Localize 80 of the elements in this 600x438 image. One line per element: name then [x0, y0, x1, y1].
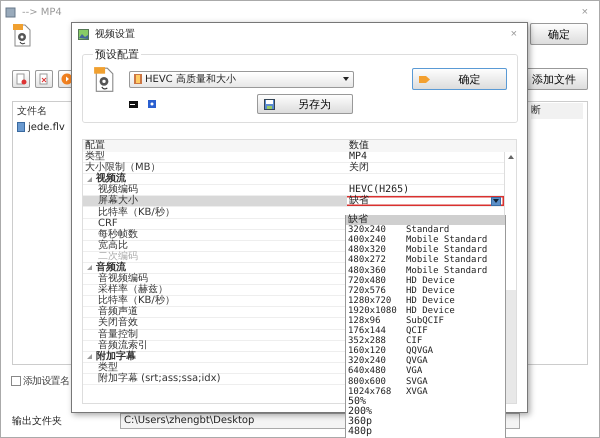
clear-button[interactable] — [35, 70, 53, 88]
arrow-icon — [419, 74, 431, 84]
property-name[interactable]: 采样率（赫兹） — [83, 285, 347, 296]
dropdown-option[interactable]: 480x360 Mobile Standard — [346, 265, 505, 276]
property-name[interactable]: 宽高比 — [83, 240, 347, 251]
file-name[interactable]: jede.flv — [28, 122, 65, 132]
dropdown-option[interactable]: 320x240 QVGA — [346, 356, 505, 366]
checkbox-label: 添加设置名 — [23, 374, 70, 388]
save-as-button[interactable]: 另存为 — [257, 94, 353, 114]
ok-button[interactable]: 确定 — [530, 23, 588, 45]
property-name[interactable]: 音频声道 — [83, 307, 347, 318]
app-icon — [5, 6, 16, 18]
image-icon — [78, 28, 89, 40]
dropdown-option[interactable]: 1024x768 XVGA — [346, 386, 505, 397]
dropdown-option[interactable]: 176x144 QCIF — [346, 326, 505, 336]
help-icon[interactable] — [148, 100, 156, 108]
property-value: MP4 — [348, 152, 368, 162]
property-name[interactable]: 每秒帧数 — [83, 230, 347, 240]
dropdown-option[interactable]: 50% — [346, 396, 505, 407]
expand-icon[interactable] — [87, 176, 92, 182]
caret-icon — [493, 199, 499, 204]
expand-icon[interactable] — [87, 265, 92, 270]
property-name[interactable]: 大小限制（MB） — [83, 163, 347, 174]
dropdown-option[interactable]: 720x480 HD Device — [346, 276, 505, 286]
property-name[interactable]: 附加字幕 (srt;ass;ssa;idx) — [83, 374, 347, 384]
dropdown-option[interactable]: 800x600 SVGA — [346, 376, 505, 387]
property-name[interactable]: 比特率（KB/秒） — [83, 207, 347, 218]
dropdown-option[interactable]: 352x288 CIF — [346, 336, 505, 346]
property-name[interactable]: 视频编码 — [83, 185, 347, 196]
dropdown-option[interactable]: 160x120 QQVGA — [346, 346, 505, 356]
scroll-up-icon[interactable] — [508, 155, 514, 159]
dialog-title: 视频设置 — [95, 28, 136, 41]
confirm-button[interactable]: 确定 — [412, 68, 507, 90]
property-name[interactable]: 类型 — [83, 152, 347, 162]
column-header: 断 — [531, 103, 583, 119]
dropdown-option[interactable]: 400x240 Mobile Standard — [346, 235, 505, 246]
dropdown-option[interactable]: 320x240 Standard — [346, 225, 505, 236]
property-value: HEVC(H265) — [348, 185, 410, 196]
expand-icon[interactable] — [87, 354, 92, 360]
property-name[interactable]: 音视频编码 — [83, 274, 347, 284]
dropdown-option[interactable]: 1280x720 HD Device — [346, 296, 505, 306]
dropdown-option[interactable]: 720x576 HD Device — [346, 286, 505, 296]
property-name[interactable]: 关闭音效 — [83, 318, 347, 328]
category-label[interactable]: 音频流 — [83, 262, 347, 274]
page-icon — [38, 73, 50, 85]
column-header: 文件名 — [17, 104, 47, 118]
property-name[interactable]: CRF — [83, 218, 347, 229]
column-header: 数值 — [348, 140, 370, 152]
window-title: --> MP4 — [22, 6, 63, 18]
checkbox[interactable] — [11, 376, 21, 386]
property-name[interactable]: 屏幕大小 — [83, 196, 347, 206]
file-icon — [17, 122, 25, 132]
dropdown-option[interactable]: 480x272 Mobile Standard — [346, 255, 505, 266]
caret-icon — [343, 77, 349, 81]
film-icon — [134, 74, 142, 84]
console-icon[interactable] — [129, 100, 138, 108]
dropdown-option[interactable]: 缺省 — [346, 215, 505, 226]
video-file-icon — [93, 66, 115, 92]
property-value: 缺省 — [348, 196, 369, 206]
dropdown-option[interactable]: 480x320 Mobile Standard — [346, 245, 505, 256]
column-header: 配置 — [84, 140, 106, 151]
dropdown-option[interactable]: 480p — [346, 426, 505, 438]
property-name[interactable]: 音量控制 — [83, 330, 347, 340]
property-name[interactable]: 比特率（KB/秒） — [83, 296, 347, 306]
dropdown-option[interactable]: 360p — [346, 416, 505, 427]
category-label[interactable]: 附加字幕 — [83, 352, 347, 362]
dropdown-option[interactable]: 1920x1080 HD Device — [346, 306, 505, 316]
output-folder-label: 输出文件夹 — [12, 414, 63, 428]
dropdown-button[interactable] — [491, 196, 501, 206]
property-value: 关闭 — [348, 163, 369, 174]
dropdown-option[interactable]: 640x480 VGA — [346, 366, 505, 376]
property-name[interactable]: 音频流索引 — [83, 340, 347, 351]
property-name[interactable]: 类型 — [83, 362, 347, 373]
page-icon — [15, 73, 27, 85]
remove-button[interactable] — [12, 70, 30, 88]
dropdown-option[interactable]: 128x96 SubQCIF — [346, 316, 505, 326]
group-title: 预设配置 — [94, 47, 140, 62]
preset-select[interactable]: HEVC 高质量和大小 — [129, 70, 354, 88]
video-file-icon — [12, 23, 32, 47]
category-label[interactable]: 视频流 — [83, 174, 347, 184]
